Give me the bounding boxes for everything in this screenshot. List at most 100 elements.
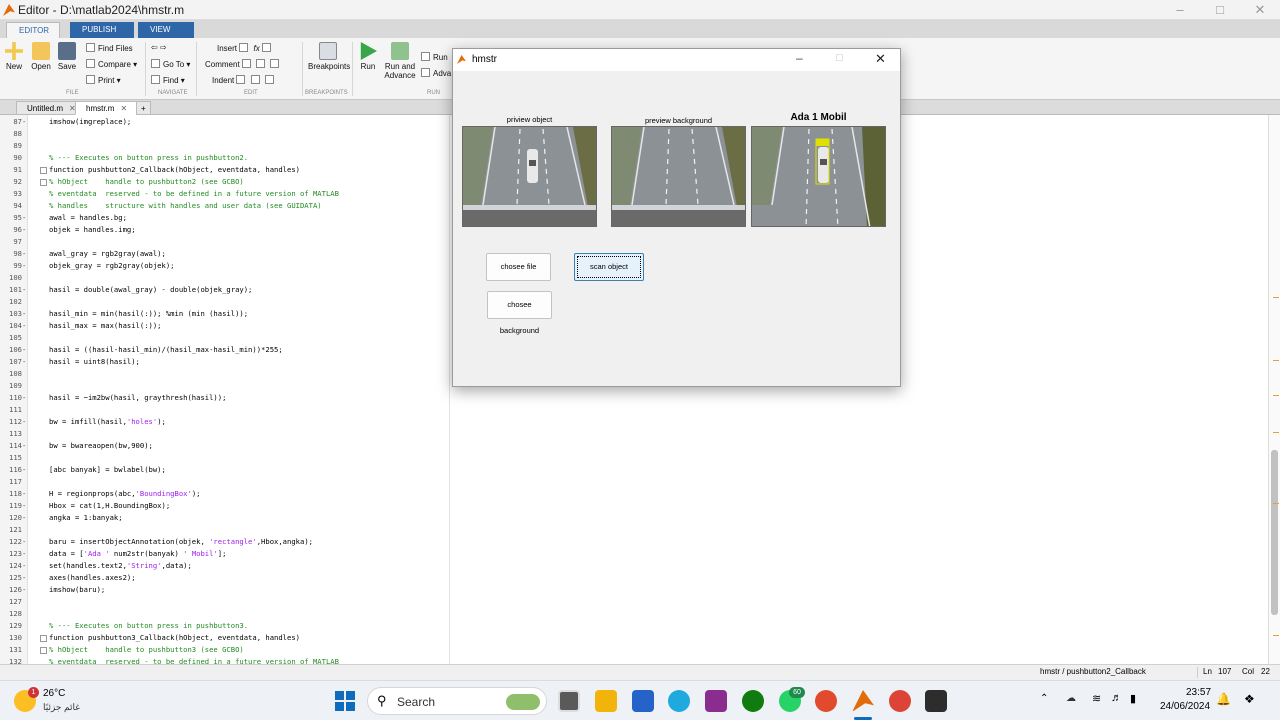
code-line[interactable]: imshow(baru); [49,585,105,594]
breakpoint-marker[interactable]: - [22,117,28,126]
code-line[interactable]: hasil = double(awal_gray) - double(objek… [49,285,252,294]
breakpoint-marker[interactable]: - [22,225,28,234]
find-files-button[interactable]: Find Files [86,43,133,53]
tab-view[interactable]: VIEW [138,22,194,38]
advance-button[interactable]: Adva [421,68,451,78]
code-line[interactable]: H = regionprops(abc,'BoundingBox'); [49,489,200,498]
code-line[interactable]: bw = bwareaopen(bw,900); [49,441,153,450]
code-fold-toggle[interactable] [40,647,47,654]
chrome-icon[interactable] [889,690,911,712]
code-line[interactable]: awal_gray = rgb2gray(awal); [49,249,166,258]
code-line[interactable]: % --- Executes on button press in pushbu… [49,621,248,630]
code-line[interactable]: function pushbutton3_Callback(hObject, e… [49,633,300,642]
start-button[interactable] [334,690,356,712]
network-status-icon[interactable]: ☁ [1066,693,1076,704]
minimize-button[interactable]: – [1160,0,1200,20]
code-fold-toggle[interactable] [40,167,47,174]
figure-close-button[interactable]: ✕ [875,51,886,67]
code-line[interactable]: objek_gray = rgb2gray(objek); [49,261,175,270]
maximize-button[interactable]: □ [1200,0,1240,20]
breakpoint-marker[interactable]: - [22,321,28,330]
breakpoints-button[interactable]: Breakpoints [308,42,350,71]
code-line[interactable]: set(handles.text2,'String',data); [49,561,192,570]
breakpoint-marker[interactable]: - [22,465,28,474]
breakpoint-marker[interactable]: - [22,573,28,582]
store-icon[interactable] [632,690,654,712]
warning-marker[interactable] [1273,395,1279,396]
go-to-button[interactable]: Go To ▾ [151,59,190,69]
file-explorer-icon[interactable] [595,690,617,712]
code-line[interactable]: hasil = ((hasil-hasil_min)/(hasil_max-ha… [49,345,283,354]
code-line[interactable]: hasil_max = max(hasil(:)); [49,321,162,330]
scan-object-button[interactable]: scan object [574,253,644,281]
code-fold-toggle[interactable] [40,635,47,642]
code-line[interactable]: Hbox = cat(1,H.BoundingBox); [49,501,170,510]
choose-background-button[interactable]: chosee background [487,291,552,335]
code-fold-toggle[interactable] [40,179,47,186]
breakpoint-marker[interactable]: - [22,213,28,222]
code-line[interactable]: % handles structure with handles and use… [49,201,322,210]
code-line[interactable]: baru = insertObjectAnnotation(objek, 're… [49,537,313,546]
breakpoint-marker[interactable]: - [22,417,28,426]
breakpoint-marker[interactable]: - [22,285,28,294]
breakpoint-marker[interactable]: - [22,345,28,354]
terminal-icon[interactable] [925,690,947,712]
close-button[interactable]: ✕ [1240,0,1280,20]
breakpoint-marker[interactable]: - [22,501,28,510]
code-line[interactable]: hasil_min = min(hasil(:)); %min (min (ha… [49,309,248,318]
insert-button[interactable]: Insert fx [217,43,274,53]
app-icon[interactable] [705,690,727,712]
compare-button[interactable]: Compare ▾ [86,59,137,69]
breakpoint-marker[interactable]: - [22,309,28,318]
warning-marker[interactable] [1273,297,1279,298]
app-icon-2[interactable] [815,690,837,712]
weather-temperature[interactable]: 26°C [43,688,65,699]
breakpoint-marker[interactable]: - [22,357,28,366]
print-button[interactable]: Print ▾ [86,75,121,85]
breakpoint-marker[interactable]: - [22,441,28,450]
volume-icon[interactable]: ♬ [1111,692,1122,704]
code-line[interactable]: objek = handles.img; [49,225,136,234]
edge-icon[interactable] [668,690,690,712]
code-line[interactable]: awal = handles.bg; [49,213,127,222]
clock-time[interactable]: 23:57 [1186,687,1211,698]
run-button[interactable]: Run [356,42,380,71]
clock-date[interactable]: 24/06/2024 [1160,701,1210,712]
code-line[interactable]: function pushbutton2_Callback(hObject, e… [49,165,300,174]
new-tab-button[interactable]: + [136,101,151,115]
code-line[interactable]: bw = imfill(hasil,'holes'); [49,417,166,426]
back-forward-buttons[interactable]: ⇦ ⇨ [151,43,167,52]
open-button[interactable]: Open [29,42,53,71]
taskbar-search[interactable]: ⚲ Search [367,687,547,715]
run-and-advance-button[interactable]: Run and Advance [384,42,416,80]
close-tab-icon[interactable]: ✕ [120,104,127,113]
breakpoint-marker[interactable]: - [22,261,28,270]
breakpoint-marker[interactable]: - [22,249,28,258]
tab-publish[interactable]: PUBLISH [70,22,134,38]
comment-button[interactable]: Comment [205,59,282,69]
breakpoint-marker[interactable]: - [22,549,28,558]
show-hidden-icons-icon[interactable]: ⌃ [1040,693,1048,704]
code-line[interactable]: angka = 1:banyak; [49,513,123,522]
editor-scrollbar[interactable] [1268,115,1280,664]
wifi-icon[interactable]: ≋ [1092,692,1101,705]
copilot-icon[interactable]: ❖ [1244,692,1255,706]
warning-marker[interactable] [1273,635,1279,636]
warning-marker[interactable] [1273,503,1279,504]
indent-button[interactable]: Indent [212,75,277,85]
code-line[interactable]: % hObject handle to pushbutton3 (see GCB… [49,645,244,654]
code-line[interactable]: axes(handles.axes2); [49,573,136,582]
task-view-icon[interactable] [558,690,580,712]
code-line[interactable]: hasil = uint8(hasil); [49,357,140,366]
figure-maximize-button[interactable]: □ [836,52,843,64]
save-button[interactable]: Save [55,42,79,71]
run-section-button[interactable]: Run [421,52,448,62]
battery-icon[interactable]: ▮ [1130,692,1136,705]
code-line[interactable]: % eventdata reserved - to be defined in … [49,189,339,198]
code-line[interactable]: % --- Executes on button press in pushbu… [49,153,248,162]
code-line[interactable]: data = ['Ada ' num2str(banyak) ' Mobil']… [49,549,226,558]
figure-window[interactable]: hmstr – □ ✕ priview object preview backg… [452,48,901,387]
breakpoint-marker[interactable]: - [22,513,28,522]
warning-marker[interactable] [1273,360,1279,361]
figure-minimize-button[interactable]: – [796,51,803,65]
